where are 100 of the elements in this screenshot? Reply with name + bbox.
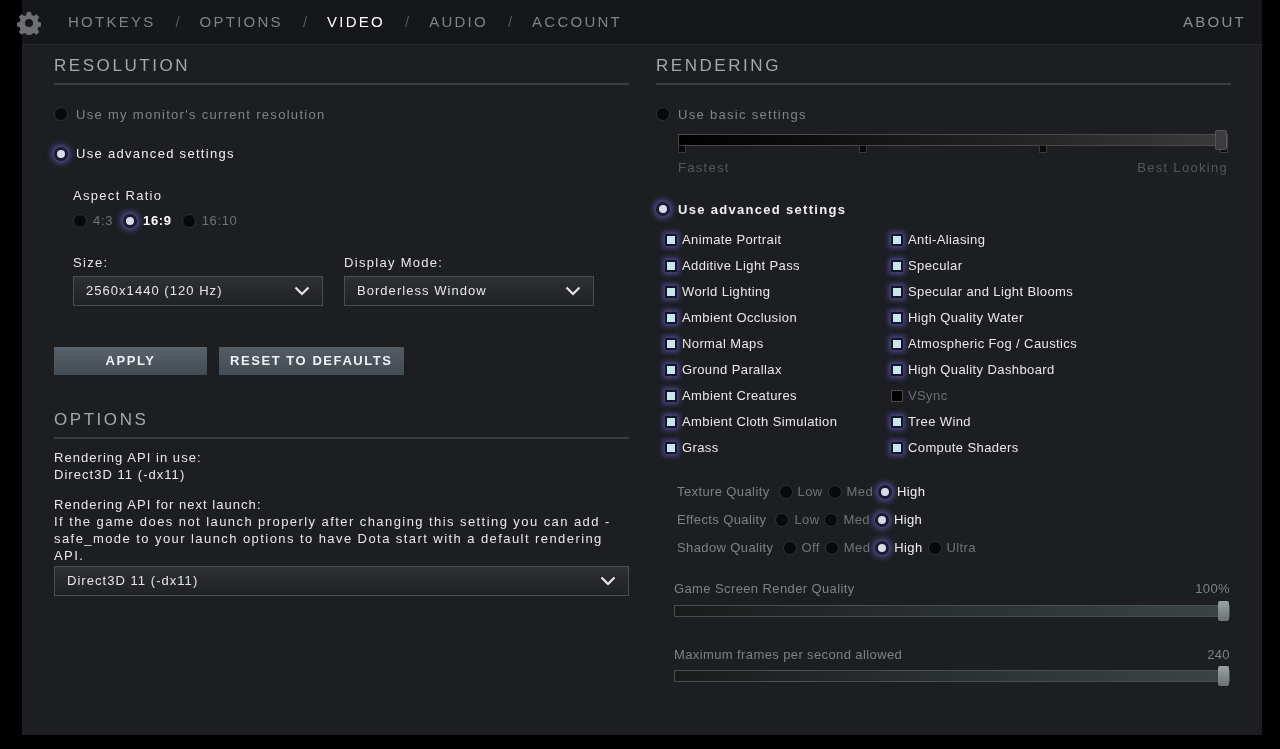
checkbox-label: Ambient Cloth Simulation: [682, 413, 838, 432]
info-value: Direct3D 11 (-dx11): [54, 465, 187, 483]
section-heading: RESOLUTION: [54, 53, 629, 85]
checkbox-label: Tree Wind: [908, 413, 971, 432]
radio-label: High: [893, 511, 923, 530]
field-label: Display Mode:: [344, 253, 445, 272]
checkbox-label: Ambient Occlusion: [682, 309, 797, 328]
radio-label: Med: [846, 483, 874, 502]
tick-mark: [1039, 145, 1048, 153]
radio-label: Med: [843, 511, 870, 530]
checkbox[interactable]: [665, 286, 677, 298]
slider-thumb[interactable]: [1218, 600, 1229, 621]
checkbox[interactable]: [665, 442, 677, 454]
radio-label: Use my monitor's current resolution: [76, 105, 326, 124]
info-note: If the game does not launch properly after changing this setting you can add -safe_mode to your launch options to have Dota start with a default rendering API.: [54, 512, 612, 564]
radio-button[interactable]: [656, 202, 670, 217]
checkbox[interactable]: [665, 260, 677, 272]
radio-label: 16:9: [143, 212, 172, 230]
radio-button[interactable]: [875, 541, 890, 555]
checkbox[interactable]: [665, 312, 677, 324]
radio-button[interactable]: [824, 513, 839, 527]
slider-label: Maximum frames per second allowed: [674, 645, 903, 664]
slider-min-label: Fastest: [678, 159, 730, 177]
dropdown-value: Borderless Window: [357, 282, 487, 301]
radio-button[interactable]: [54, 107, 68, 122]
checkbox[interactable]: [891, 338, 903, 350]
nav-tab[interactable]: AUDIO: [429, 10, 488, 34]
chevron-down-icon: [294, 286, 310, 296]
checkbox[interactable]: [665, 390, 677, 402]
checkbox[interactable]: [891, 416, 903, 428]
dropdown[interactable]: Borderless Window: [344, 276, 594, 306]
checkbox-label: Ambient Creatures: [682, 387, 797, 406]
radio-label: Off: [801, 539, 820, 558]
radio-button[interactable]: [827, 485, 842, 499]
radio-label: Use advanced settings: [76, 145, 235, 163]
checkbox[interactable]: [891, 234, 903, 246]
reset-button[interactable]: RESET TO DEFAULTS: [219, 347, 404, 375]
slider-thumb[interactable]: [1215, 130, 1227, 150]
radio-button[interactable]: [73, 213, 87, 228]
checkbox[interactable]: [891, 390, 903, 402]
checkbox[interactable]: [891, 364, 903, 376]
setting-label: Shadow Quality: [677, 539, 774, 558]
checkbox[interactable]: [665, 364, 677, 376]
radio-button[interactable]: [782, 541, 797, 555]
slider-label: Game Screen Render Quality: [674, 580, 855, 598]
radio-button[interactable]: [656, 107, 670, 122]
checkbox[interactable]: [891, 286, 903, 298]
slider-thumb[interactable]: [1218, 666, 1229, 686]
nav-tab[interactable]: OPTIONS: [199, 10, 283, 34]
radio-button[interactable]: [927, 541, 942, 555]
radio-button[interactable]: [824, 541, 839, 555]
apply-button[interactable]: APPLY: [54, 347, 207, 375]
radio-label: Low: [794, 511, 820, 530]
checkbox-label: Atmospheric Fog / Caustics: [908, 335, 1078, 354]
about-link[interactable]: ABOUT: [1183, 10, 1246, 34]
info-label: Rendering API in use:: [54, 448, 203, 466]
checkbox[interactable]: [891, 260, 903, 272]
chevron-down-icon: [565, 286, 581, 296]
checkbox[interactable]: [891, 312, 903, 324]
checkbox[interactable]: [665, 234, 677, 246]
checkbox-label: Additive Light Pass: [682, 257, 800, 276]
checkbox-label: Grass: [682, 439, 719, 458]
checkbox-label: Compute Shaders: [908, 439, 1019, 458]
tick-mark: [858, 145, 867, 153]
field-label: Size:: [73, 253, 110, 272]
radio-button[interactable]: [878, 485, 893, 499]
checkbox-label: High Quality Dashboard: [908, 361, 1055, 380]
radio-button[interactable]: [874, 513, 889, 527]
radio-label: Low: [797, 483, 823, 502]
slider-max-label: Best Looking: [1137, 159, 1228, 177]
setting-label: Effects Quality: [677, 511, 767, 530]
dropdown[interactable]: 2560x1440 (120 Hz): [73, 276, 323, 306]
radio-button[interactable]: [778, 485, 793, 499]
setting-label: Texture Quality: [677, 483, 770, 502]
slider-value: 100%: [1195, 580, 1230, 598]
checkbox[interactable]: [891, 442, 903, 454]
field-label: Aspect Ratio: [73, 186, 164, 205]
radio-label: Med: [843, 539, 871, 558]
section-heading: OPTIONS: [54, 407, 629, 439]
radio-button[interactable]: [775, 513, 790, 527]
nav-tab[interactable]: HOTKEYS: [68, 10, 156, 34]
radio-button[interactable]: [123, 213, 138, 228]
checkbox-label: World Lighting: [682, 283, 771, 302]
radio-button[interactable]: [54, 146, 68, 161]
chevron-down-icon: [600, 575, 616, 586]
radio-label: Use advanced settings: [678, 200, 847, 219]
checkbox[interactable]: [665, 338, 677, 350]
section-heading: RENDERING: [656, 53, 1231, 85]
radio-button[interactable]: [181, 213, 196, 228]
dropdown-value: Direct3D 11 (-dx11): [67, 571, 199, 590]
tick-mark: [678, 145, 686, 153]
gear-icon[interactable]: [17, 11, 41, 35]
checkbox[interactable]: [665, 416, 677, 428]
info-label: Rendering API for next launch:: [54, 495, 263, 513]
nav-tab[interactable]: VIDEO: [327, 10, 385, 34]
dropdown[interactable]: Direct3D 11 (-dx11): [54, 565, 629, 596]
checkbox-label: High Quality Water: [908, 309, 1024, 328]
slider-value: 240: [1207, 645, 1230, 664]
nav-tab[interactable]: ACCOUNT: [532, 10, 622, 34]
tab-separator: /: [507, 11, 513, 32]
